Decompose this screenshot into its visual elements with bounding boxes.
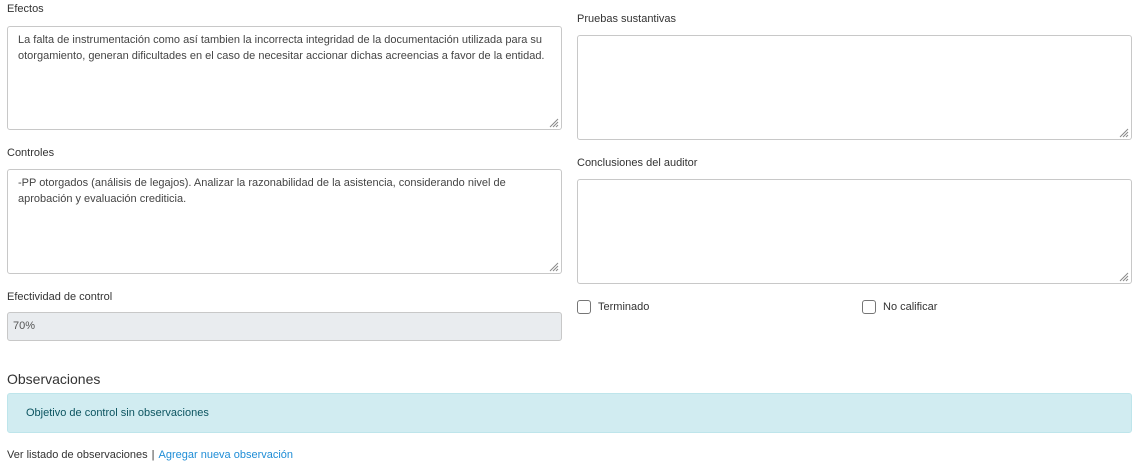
no-calificar-label: No calificar bbox=[883, 301, 938, 313]
resize-grip-icon[interactable] bbox=[549, 118, 559, 128]
agregar-observacion-link[interactable]: Agregar nueva observación bbox=[159, 449, 294, 461]
efectos-textarea[interactable]: La falta de instrumentación como así tam… bbox=[7, 26, 562, 130]
conclusiones-label: Conclusiones del auditor bbox=[577, 157, 698, 169]
resize-grip-icon[interactable] bbox=[1119, 128, 1129, 138]
efectividad-input: 70% bbox=[7, 312, 562, 341]
observaciones-links: Ver listado de observaciones | Agregar nue… bbox=[7, 449, 293, 461]
efectos-label: Efectos bbox=[7, 3, 44, 15]
efectividad-label: Efectividad de control bbox=[7, 291, 113, 303]
controles-label: Controles bbox=[7, 147, 55, 159]
pruebas-textarea[interactable] bbox=[577, 35, 1132, 140]
observaciones-title: Observaciones bbox=[7, 371, 101, 387]
conclusiones-textarea[interactable] bbox=[577, 179, 1132, 284]
controles-textarea[interactable]: -PP otorgados (análisis de legajos). Ana… bbox=[7, 169, 562, 274]
no-calificar-checkbox[interactable] bbox=[862, 300, 876, 314]
link-separator: | bbox=[151, 449, 155, 461]
alert-text: Objetivo de control sin observaciones bbox=[26, 407, 209, 419]
resize-grip-icon[interactable] bbox=[549, 262, 559, 272]
terminado-label: Terminado bbox=[598, 301, 650, 313]
terminado-checkbox[interactable] bbox=[577, 300, 591, 314]
pruebas-label: Pruebas sustantivas bbox=[577, 13, 677, 25]
observaciones-alert: Objetivo de control sin observaciones bbox=[7, 393, 1132, 433]
ver-listado-link[interactable]: Ver listado de observaciones bbox=[7, 449, 148, 461]
resize-grip-icon[interactable] bbox=[1119, 272, 1129, 282]
